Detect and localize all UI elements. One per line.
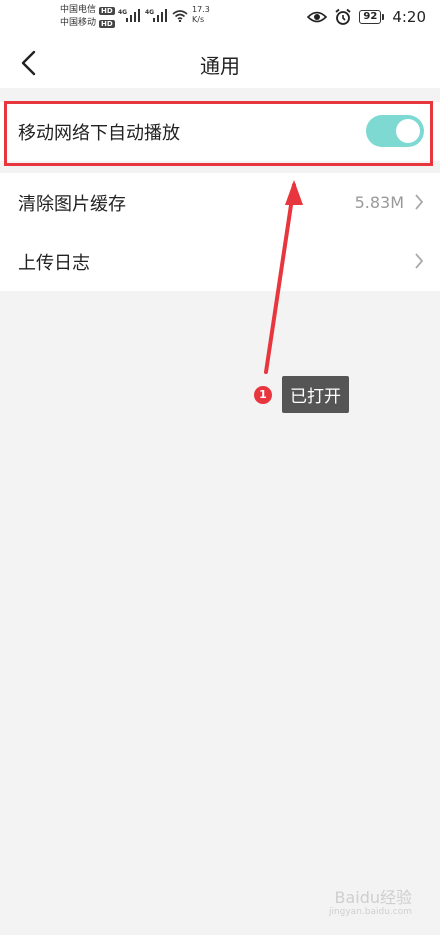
wifi-icon [172, 10, 188, 22]
carrier-info: 中国电信 HD 中国移动 HD [60, 4, 115, 30]
annotation-callout: 1 已打开 [254, 376, 349, 413]
setting-autoplay-mobile[interactable]: 移动网络下自动播放 [0, 102, 440, 161]
signal-icon [126, 9, 140, 22]
annotation-number: 1 [254, 385, 272, 404]
chevron-right-icon [415, 194, 424, 210]
title-bar: 通用 [0, 36, 440, 88]
setting-label: 清除图片缓存 [18, 193, 126, 215]
setting-label: 上传日志 [18, 252, 90, 274]
clock: 4:20 [392, 8, 426, 26]
setting-upload-log[interactable]: 上传日志 [0, 232, 440, 291]
setting-clear-image-cache[interactable]: 清除图片缓存 5.83M [0, 173, 440, 232]
annotation-label: 已打开 [282, 376, 349, 413]
status-bar: 中国电信 HD 中国移动 HD 4G 4G 17.3 K/s 92 4:20 [0, 0, 440, 36]
speed-unit: K/s [192, 15, 205, 24]
network-speed: 17.3 K/s [192, 5, 210, 25]
toggle-knob [396, 119, 420, 143]
chevron-right-icon [415, 253, 424, 269]
divider [0, 161, 440, 173]
hd-badge: HD [99, 19, 115, 28]
speed-value: 17.3 [192, 5, 210, 14]
carrier-2: 中国移动 [60, 18, 97, 28]
settings-list: 移动网络下自动播放 清除图片缓存 5.83M 上传日志 [0, 102, 440, 291]
alarm-icon [335, 8, 351, 25]
battery-indicator: 92 [359, 10, 385, 24]
autoplay-toggle[interactable] [366, 115, 424, 147]
status-right: 92 4:20 [307, 8, 426, 26]
cache-size: 5.83M [354, 193, 404, 212]
watermark: Baidu经验 jingyan.baidu.com [328, 890, 412, 919]
signal-icon [153, 9, 167, 22]
page-title: 通用 [200, 54, 240, 78]
hd-badge: HD [99, 6, 115, 15]
watermark-url: jingyan.baidu.com [328, 907, 412, 917]
carrier-1: 中国电信 [60, 5, 97, 15]
setting-label: 移动网络下自动播放 [18, 122, 180, 144]
eye-icon [307, 11, 328, 23]
